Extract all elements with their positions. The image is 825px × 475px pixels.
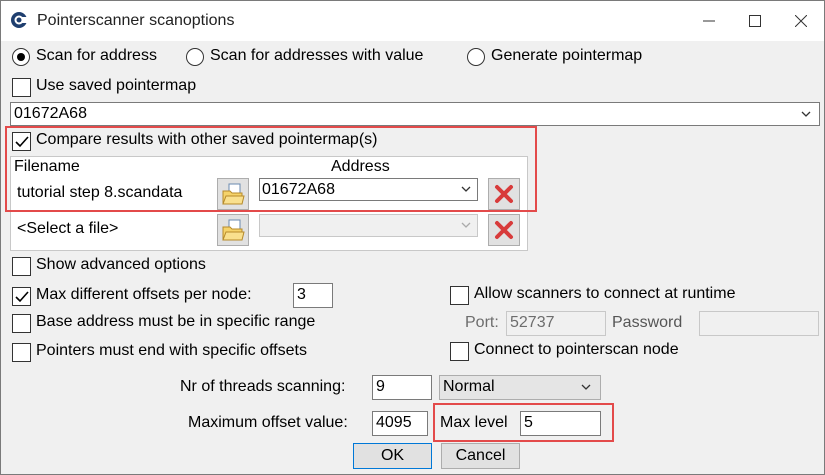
threads-input[interactable]: 9 bbox=[372, 375, 432, 400]
port-input[interactable]: 52737 bbox=[506, 311, 606, 336]
radio-generate-pointermap-label: Generate pointermap bbox=[491, 47, 643, 64]
close-icon bbox=[795, 15, 807, 27]
radio-scan-for-address[interactable] bbox=[12, 48, 30, 66]
connect-pointerscan-node-checkbox[interactable] bbox=[450, 342, 469, 361]
pointers-end-offsets-label: Pointers must end with specific offsets bbox=[36, 342, 307, 359]
delete-x-icon bbox=[495, 221, 513, 239]
open-folder-icon bbox=[222, 219, 245, 241]
delete-row-button[interactable] bbox=[488, 214, 520, 246]
base-address-range-label: Base address must be in specific range bbox=[36, 313, 316, 330]
max-offsets-per-node-label: Max different offsets per node: bbox=[36, 286, 252, 303]
ok-button[interactable]: OK bbox=[353, 443, 432, 469]
password-label: Password bbox=[612, 314, 683, 331]
allow-scanners-label: Allow scanners to connect at runtime bbox=[474, 285, 736, 302]
cancel-button-label: Cancel bbox=[455, 447, 506, 464]
password-input[interactable] bbox=[699, 311, 819, 336]
radio-generate-pointermap[interactable] bbox=[467, 48, 485, 66]
highlight-box-compare bbox=[5, 126, 537, 212]
maximize-button[interactable] bbox=[732, 1, 778, 41]
use-saved-pointermap-label: Use saved pointermap bbox=[36, 77, 197, 94]
show-advanced-options-checkbox[interactable] bbox=[12, 257, 31, 276]
scanoptions-dialog: Pointerscanner scanoptions Scan for addr… bbox=[0, 0, 825, 475]
port-label: Port: bbox=[465, 314, 499, 331]
checkmark-icon bbox=[15, 291, 29, 303]
minimize-icon bbox=[703, 20, 715, 22]
compare-row-2-address-combo[interactable] bbox=[259, 214, 478, 237]
base-address-range-checkbox[interactable] bbox=[12, 314, 31, 333]
connect-pointerscan-node-label: Connect to pointerscan node bbox=[474, 341, 679, 358]
ok-button-label: OK bbox=[380, 447, 405, 464]
max-offsets-per-node-value: 3 bbox=[297, 286, 306, 303]
port-value: 52737 bbox=[510, 314, 555, 331]
max-offsets-per-node-input[interactable]: 3 bbox=[293, 283, 333, 308]
chevron-down-icon[interactable] bbox=[459, 218, 473, 232]
use-saved-pointermap-checkbox[interactable] bbox=[12, 78, 31, 97]
allow-scanners-checkbox[interactable] bbox=[450, 286, 469, 305]
close-button[interactable] bbox=[778, 1, 824, 41]
max-offset-value: 4095 bbox=[376, 414, 412, 431]
cheat-engine-app-icon bbox=[11, 12, 28, 28]
title-bar: Pointerscanner scanoptions bbox=[1, 1, 824, 41]
saved-pointermap-address-combo[interactable]: 01672A68 bbox=[10, 102, 820, 126]
thread-priority-select[interactable]: Normal bbox=[439, 375, 601, 400]
show-advanced-options-label: Show advanced options bbox=[36, 256, 206, 273]
radio-scan-for-addresses-with-value[interactable] bbox=[186, 48, 204, 66]
radio-scan-for-address-label: Scan for address bbox=[36, 47, 157, 64]
threads-label: Nr of threads scanning: bbox=[180, 378, 346, 395]
max-offsets-per-node-checkbox[interactable] bbox=[12, 287, 31, 306]
maximize-icon bbox=[749, 15, 761, 27]
chevron-down-icon[interactable] bbox=[579, 380, 593, 394]
open-file-button[interactable] bbox=[217, 214, 249, 246]
cancel-button[interactable]: Cancel bbox=[441, 443, 520, 469]
chevron-down-icon[interactable] bbox=[799, 107, 813, 121]
radio-scan-with-value-label: Scan for addresses with value bbox=[210, 47, 424, 64]
window-title: Pointerscanner scanoptions bbox=[37, 12, 235, 29]
compare-row-2-filename: <Select a file> bbox=[17, 220, 119, 237]
minimize-button[interactable] bbox=[686, 1, 732, 41]
pointers-end-offsets-checkbox[interactable] bbox=[12, 343, 31, 362]
saved-pointermap-address-value: 01672A68 bbox=[14, 105, 87, 122]
highlight-box-max-level bbox=[433, 403, 614, 442]
threads-value: 9 bbox=[376, 378, 385, 395]
thread-priority-value: Normal bbox=[443, 378, 495, 395]
max-offset-value-label: Maximum offset value: bbox=[188, 414, 348, 431]
max-offset-value-input[interactable]: 4095 bbox=[372, 411, 428, 436]
